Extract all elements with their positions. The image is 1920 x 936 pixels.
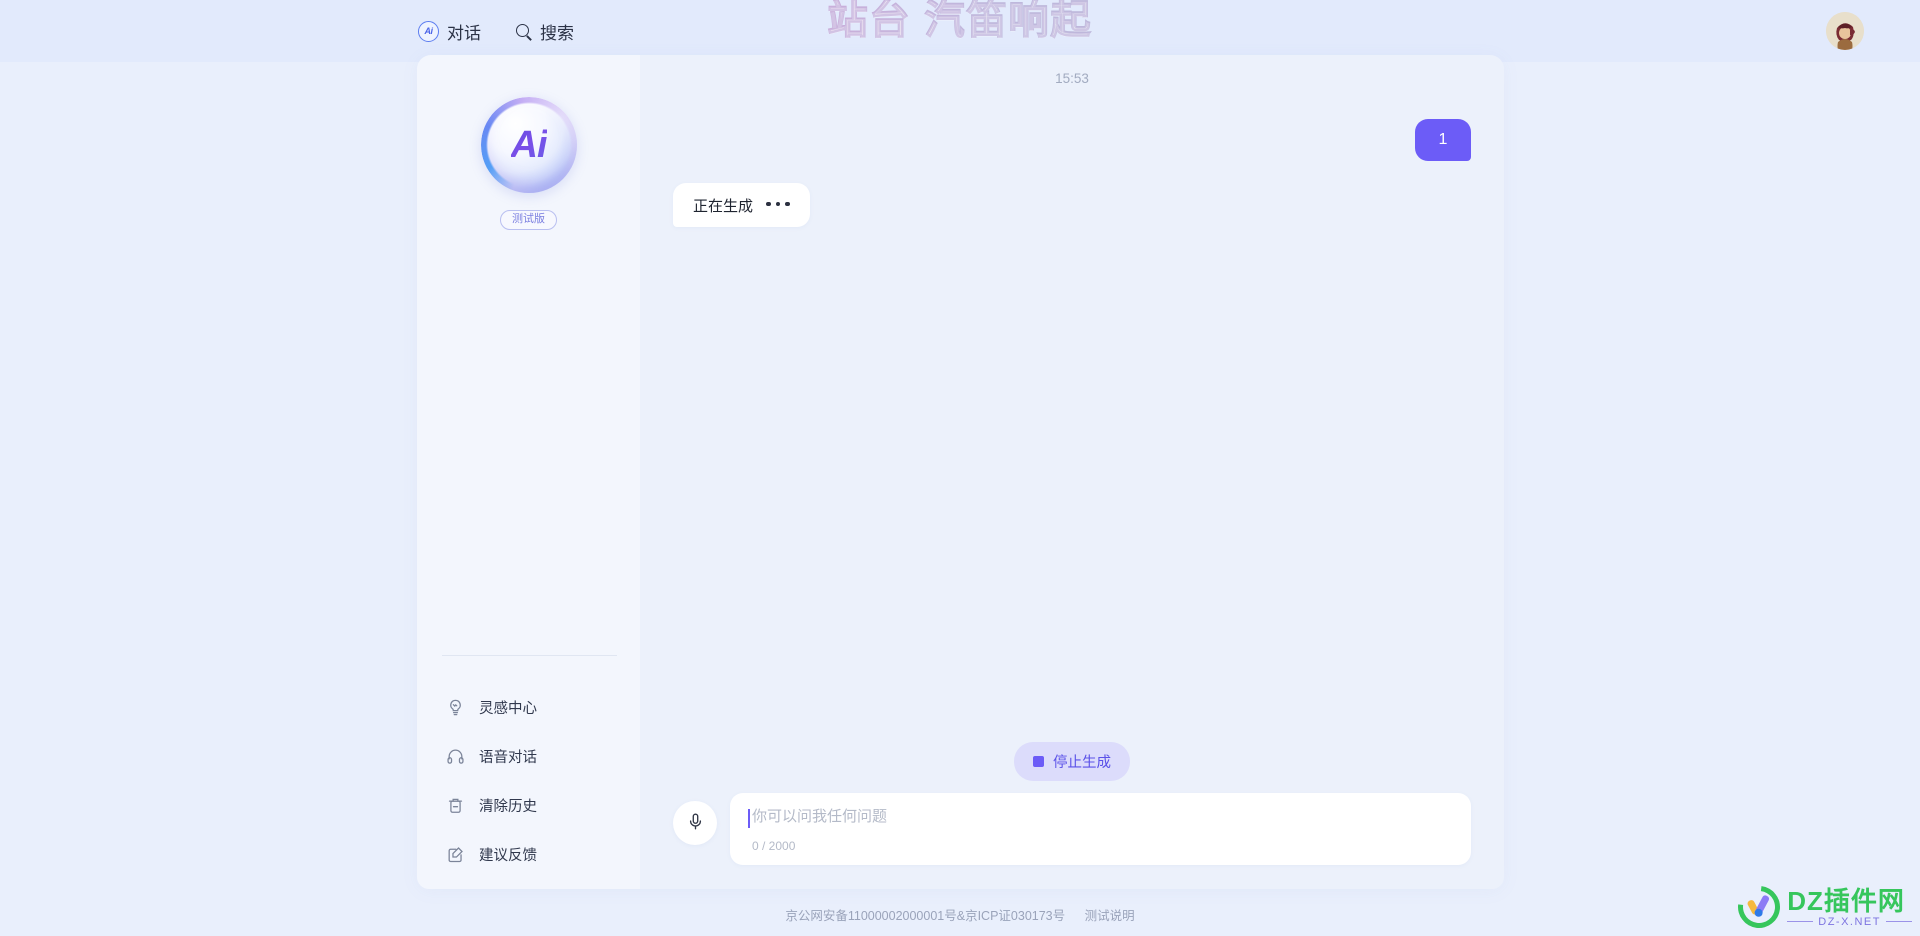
sidebar-item-inspiration[interactable]: 灵感中心	[442, 687, 632, 727]
feedback-edit-icon	[446, 845, 465, 864]
avatar[interactable]	[1826, 12, 1864, 50]
top-bar: Ai 对话 搜索	[0, 0, 1920, 62]
sidebar: Ai 测试版 灵感中心 语音对话 清除历史 建议反馈	[417, 55, 640, 889]
sidebar-item-feedback[interactable]: 建议反馈	[442, 834, 632, 874]
user-message-bubble: 1	[1415, 119, 1471, 161]
top-nav: Ai 对话 搜索	[418, 19, 574, 44]
footer-test-note-link[interactable]: 测试说明	[1085, 909, 1135, 923]
nav-item-search-label: 搜索	[540, 23, 574, 43]
sidebar-item-voice-chat[interactable]: 语音对话	[442, 736, 632, 776]
sidebar-item-clear-history[interactable]: 清除历史	[442, 785, 632, 825]
chat-panel: 15:53 1 正在生成 停止生成 你可以问我任何问题 0 / 2000	[640, 55, 1504, 889]
footer-icp-text: 京公网安备11000002000001号&京ICP证030173号	[785, 909, 1066, 923]
sidebar-item-feedback-label: 建议反馈	[479, 847, 537, 864]
search-icon	[515, 23, 532, 40]
sidebar-item-inspiration-label: 灵感中心	[479, 700, 537, 717]
sidebar-item-voice-chat-label: 语音对话	[479, 749, 537, 766]
composer: 你可以问我任何问题 0 / 2000	[640, 793, 1504, 889]
assistant-message-bubble: 正在生成	[673, 183, 810, 227]
sidebar-item-clear-history-label: 清除历史	[479, 798, 537, 815]
user-message-text: 1	[1438, 131, 1448, 148]
typing-dots-icon	[766, 201, 790, 209]
microphone-button[interactable]	[673, 801, 717, 845]
stop-generation-row: 停止生成	[640, 742, 1504, 781]
ai-orb-logo: Ai	[480, 97, 577, 193]
sidebar-logo: Ai 测试版	[417, 97, 640, 230]
chat-timestamp: 15:53	[1055, 71, 1089, 86]
stop-generation-button[interactable]: 停止生成	[1014, 742, 1130, 781]
message-input[interactable]: 你可以问我任何问题 0 / 2000	[730, 793, 1471, 865]
message-stream: 1 正在生成	[640, 86, 1504, 742]
assistant-message-text: 正在生成	[693, 197, 754, 215]
lightbulb-icon	[446, 698, 465, 717]
sidebar-menu: 灵感中心 语音对话 清除历史 建议反馈	[442, 687, 632, 883]
message-input-placeholder: 你可以问我任何问题	[752, 808, 888, 825]
character-counter: 0 / 2000	[752, 839, 796, 853]
app-shell: Ai 测试版 灵感中心 语音对话 清除历史 建议反馈 15:53 1 正在生成 …	[417, 55, 1504, 889]
sidebar-divider	[442, 655, 617, 656]
nav-item-chat-label: 对话	[447, 23, 481, 43]
ai-orb-logo-text: Ai	[510, 123, 548, 166]
nav-item-search[interactable]: 搜索	[515, 19, 574, 44]
ai-badge-icon: Ai	[418, 20, 439, 42]
stop-generation-label: 停止生成	[1053, 755, 1111, 771]
nav-item-chat[interactable]: Ai 对话	[418, 19, 481, 44]
stop-square-icon	[1033, 756, 1044, 767]
headphones-icon	[446, 747, 465, 766]
text-caret	[748, 809, 750, 828]
trash-icon	[446, 796, 465, 815]
footer: 京公网安备11000002000001号&京ICP证030173号 测试说明	[0, 905, 1920, 924]
microphone-icon	[686, 812, 705, 834]
beta-badge[interactable]: 测试版	[500, 210, 557, 230]
